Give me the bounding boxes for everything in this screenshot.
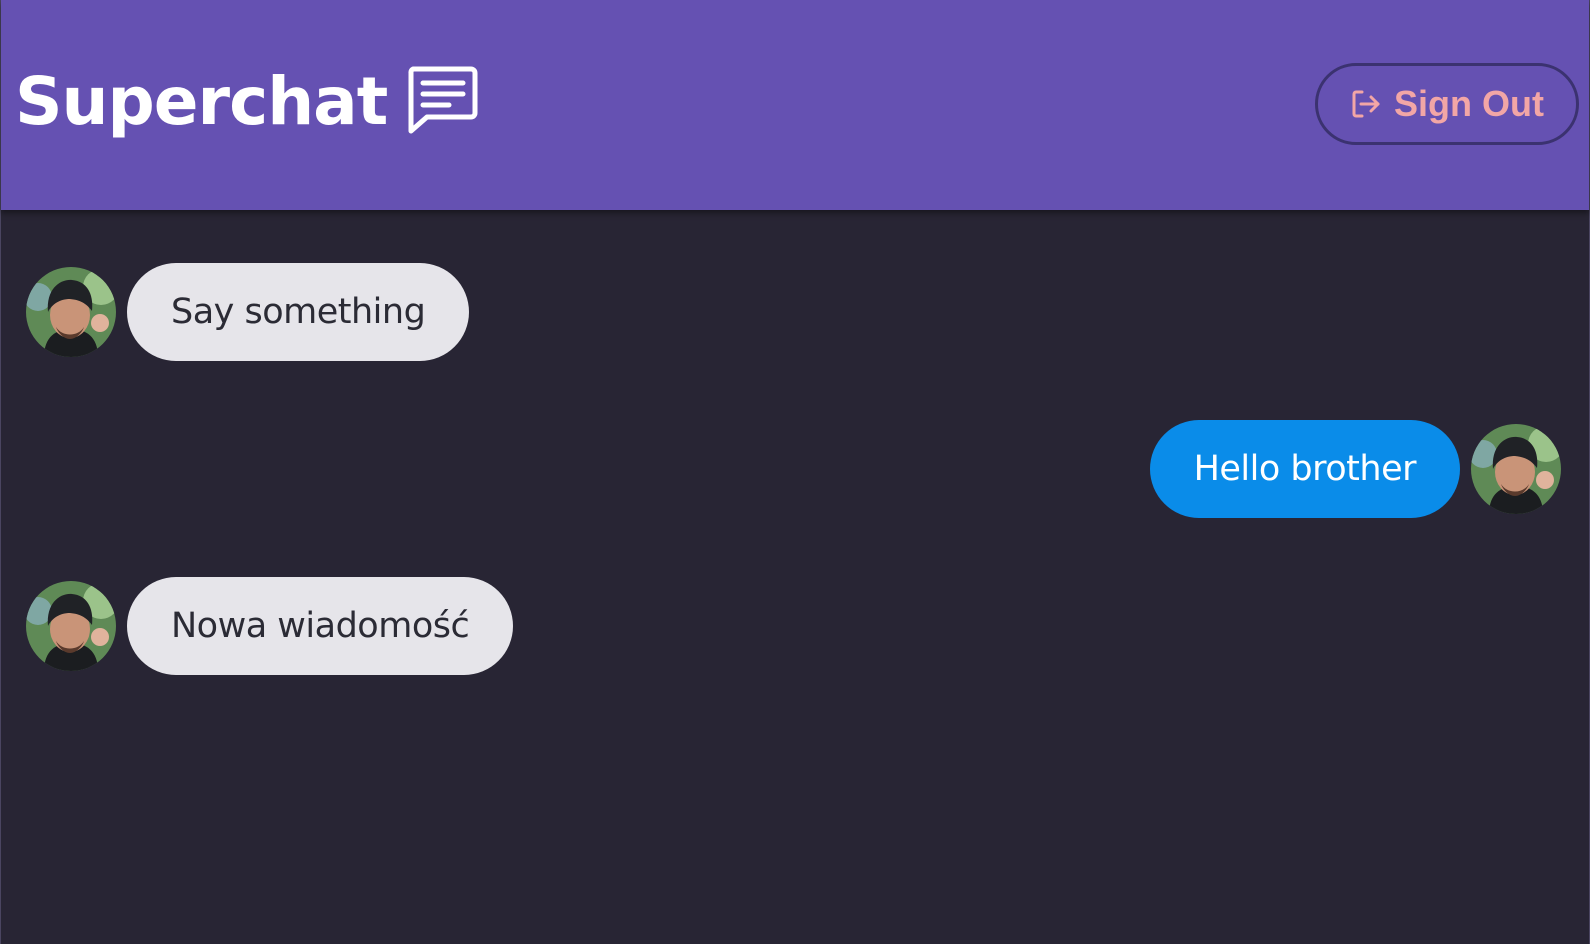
app-window: Superchat Sign Out Say something Hello b… [0,0,1590,944]
message-list: Say something Hello brother Nowa wiadomo… [1,210,1589,944]
brand: Superchat [15,62,479,142]
message-bubble: Nowa wiadomość [127,577,514,675]
sign-out-button[interactable]: Sign Out [1315,63,1579,145]
sign-out-icon [1350,87,1384,121]
message-bubble: Hello brother [1149,420,1460,518]
app-title: Superchat [15,63,388,140]
message-received: Nowa wiadomość [26,577,514,675]
sign-out-label: Sign Out [1394,83,1544,124]
message-sent: Hello brother [1149,420,1561,518]
app-header: Superchat Sign Out [1,0,1589,210]
user-avatar[interactable] [1471,424,1561,514]
user-avatar[interactable] [26,267,116,357]
user-avatar[interactable] [26,581,116,671]
message-received: Say something [26,263,470,361]
message-bubble: Say something [127,263,470,361]
chat-bubble-icon [405,65,479,135]
